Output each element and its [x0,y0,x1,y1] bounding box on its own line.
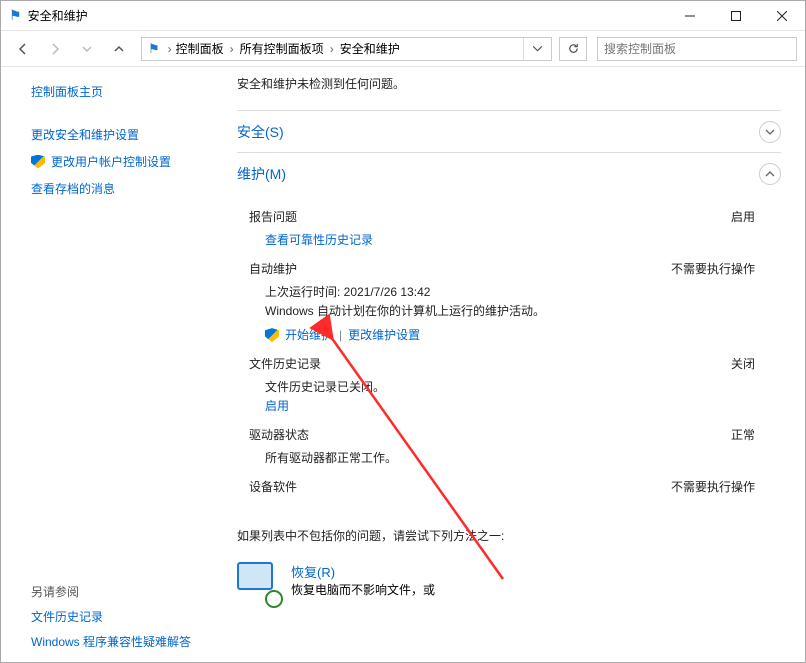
item-value: 不需要执行操作 [671,478,755,495]
section-title: 维护(M) [237,164,286,184]
recovery-icon [237,562,277,602]
change-maintenance-settings-link[interactable]: 更改维护设置 [348,326,420,345]
item-label: 设备软件 [249,478,297,495]
section-title: 安全(S) [237,122,284,142]
maximize-button[interactable] [713,1,759,30]
back-button[interactable] [9,35,37,63]
history-down-button[interactable] [73,35,101,63]
breadcrumb[interactable]: 所有控制面板项 [238,40,326,57]
window-title: 安全和维护 [28,7,667,24]
item-value: 启用 [731,208,755,225]
see-also-link[interactable]: Windows 程序兼容性疑难解答 [31,633,213,650]
status-text: 安全和维护未检测到任何问题。 [237,75,781,92]
search-input[interactable]: 搜索控制面板 [597,37,797,61]
maintenance-section-header[interactable]: 维护(M) [237,152,781,194]
shield-icon [31,155,45,169]
item-label: 文件历史记录 [249,355,321,372]
minimize-button[interactable] [667,1,713,30]
item-value: 关闭 [731,355,755,372]
reliability-history-link[interactable]: 查看可靠性历史记录 [265,233,373,247]
recovery-link[interactable]: 恢复(R) [291,562,435,581]
sidebar-link[interactable]: 更改用户帐户控制设置 [51,153,171,170]
item-value: 正常 [731,426,755,443]
chevron-right-icon: › [166,42,174,56]
enable-file-history-link[interactable]: 启用 [265,399,289,413]
file-history-sub: 文件历史记录已关闭。 [265,378,781,397]
chevron-right-icon: › [228,42,236,56]
item-label: 驱动器状态 [249,426,309,443]
control-panel-home-link[interactable]: 控制面板主页 [31,83,213,100]
recovery-desc: 恢复电脑而不影响文件，或 [291,581,435,598]
drive-sub: 所有驱动器都正常工作。 [265,449,781,468]
up-button[interactable] [105,35,133,63]
flag-icon: ⚑ [142,41,166,57]
start-maintenance-link[interactable]: 开始维护 [285,326,333,345]
see-also-link[interactable]: 文件历史记录 [31,608,213,625]
security-section-header[interactable]: 安全(S) [237,110,781,152]
breadcrumb[interactable]: 控制面板 [174,40,226,57]
chevron-up-icon[interactable] [759,163,781,185]
close-button[interactable] [759,1,805,30]
item-label: 自动维护 [249,260,297,277]
shield-icon [265,328,279,342]
flag-icon: ⚑ [9,7,22,24]
see-also-heading: 另请参阅 [31,583,213,600]
item-label: 报告问题 [249,208,297,225]
chevron-right-icon: › [328,42,336,56]
breadcrumb[interactable]: 安全和维护 [338,40,402,57]
search-placeholder: 搜索控制面板 [604,40,676,57]
sidebar-link[interactable]: 更改安全和维护设置 [31,126,213,143]
sidebar-link[interactable]: 查看存档的消息 [31,180,213,197]
address-bar[interactable]: ⚑ › 控制面板 › 所有控制面板项 › 安全和维护 [141,37,552,61]
chevron-down-icon[interactable] [759,121,781,143]
forward-button[interactable] [41,35,69,63]
address-dropdown-button[interactable] [523,38,551,60]
last-run-text: 上次运行时间: 2021/7/26 13:42 [265,283,781,302]
auto-maint-desc: Windows 自动计划在你的计算机上运行的维护活动。 [265,302,781,321]
refresh-button[interactable] [559,37,587,61]
item-value: 不需要执行操作 [671,260,755,277]
separator: | [339,326,342,345]
try-text: 如果列表中不包括你的问题，请尝试下列方法之一: [237,527,781,544]
